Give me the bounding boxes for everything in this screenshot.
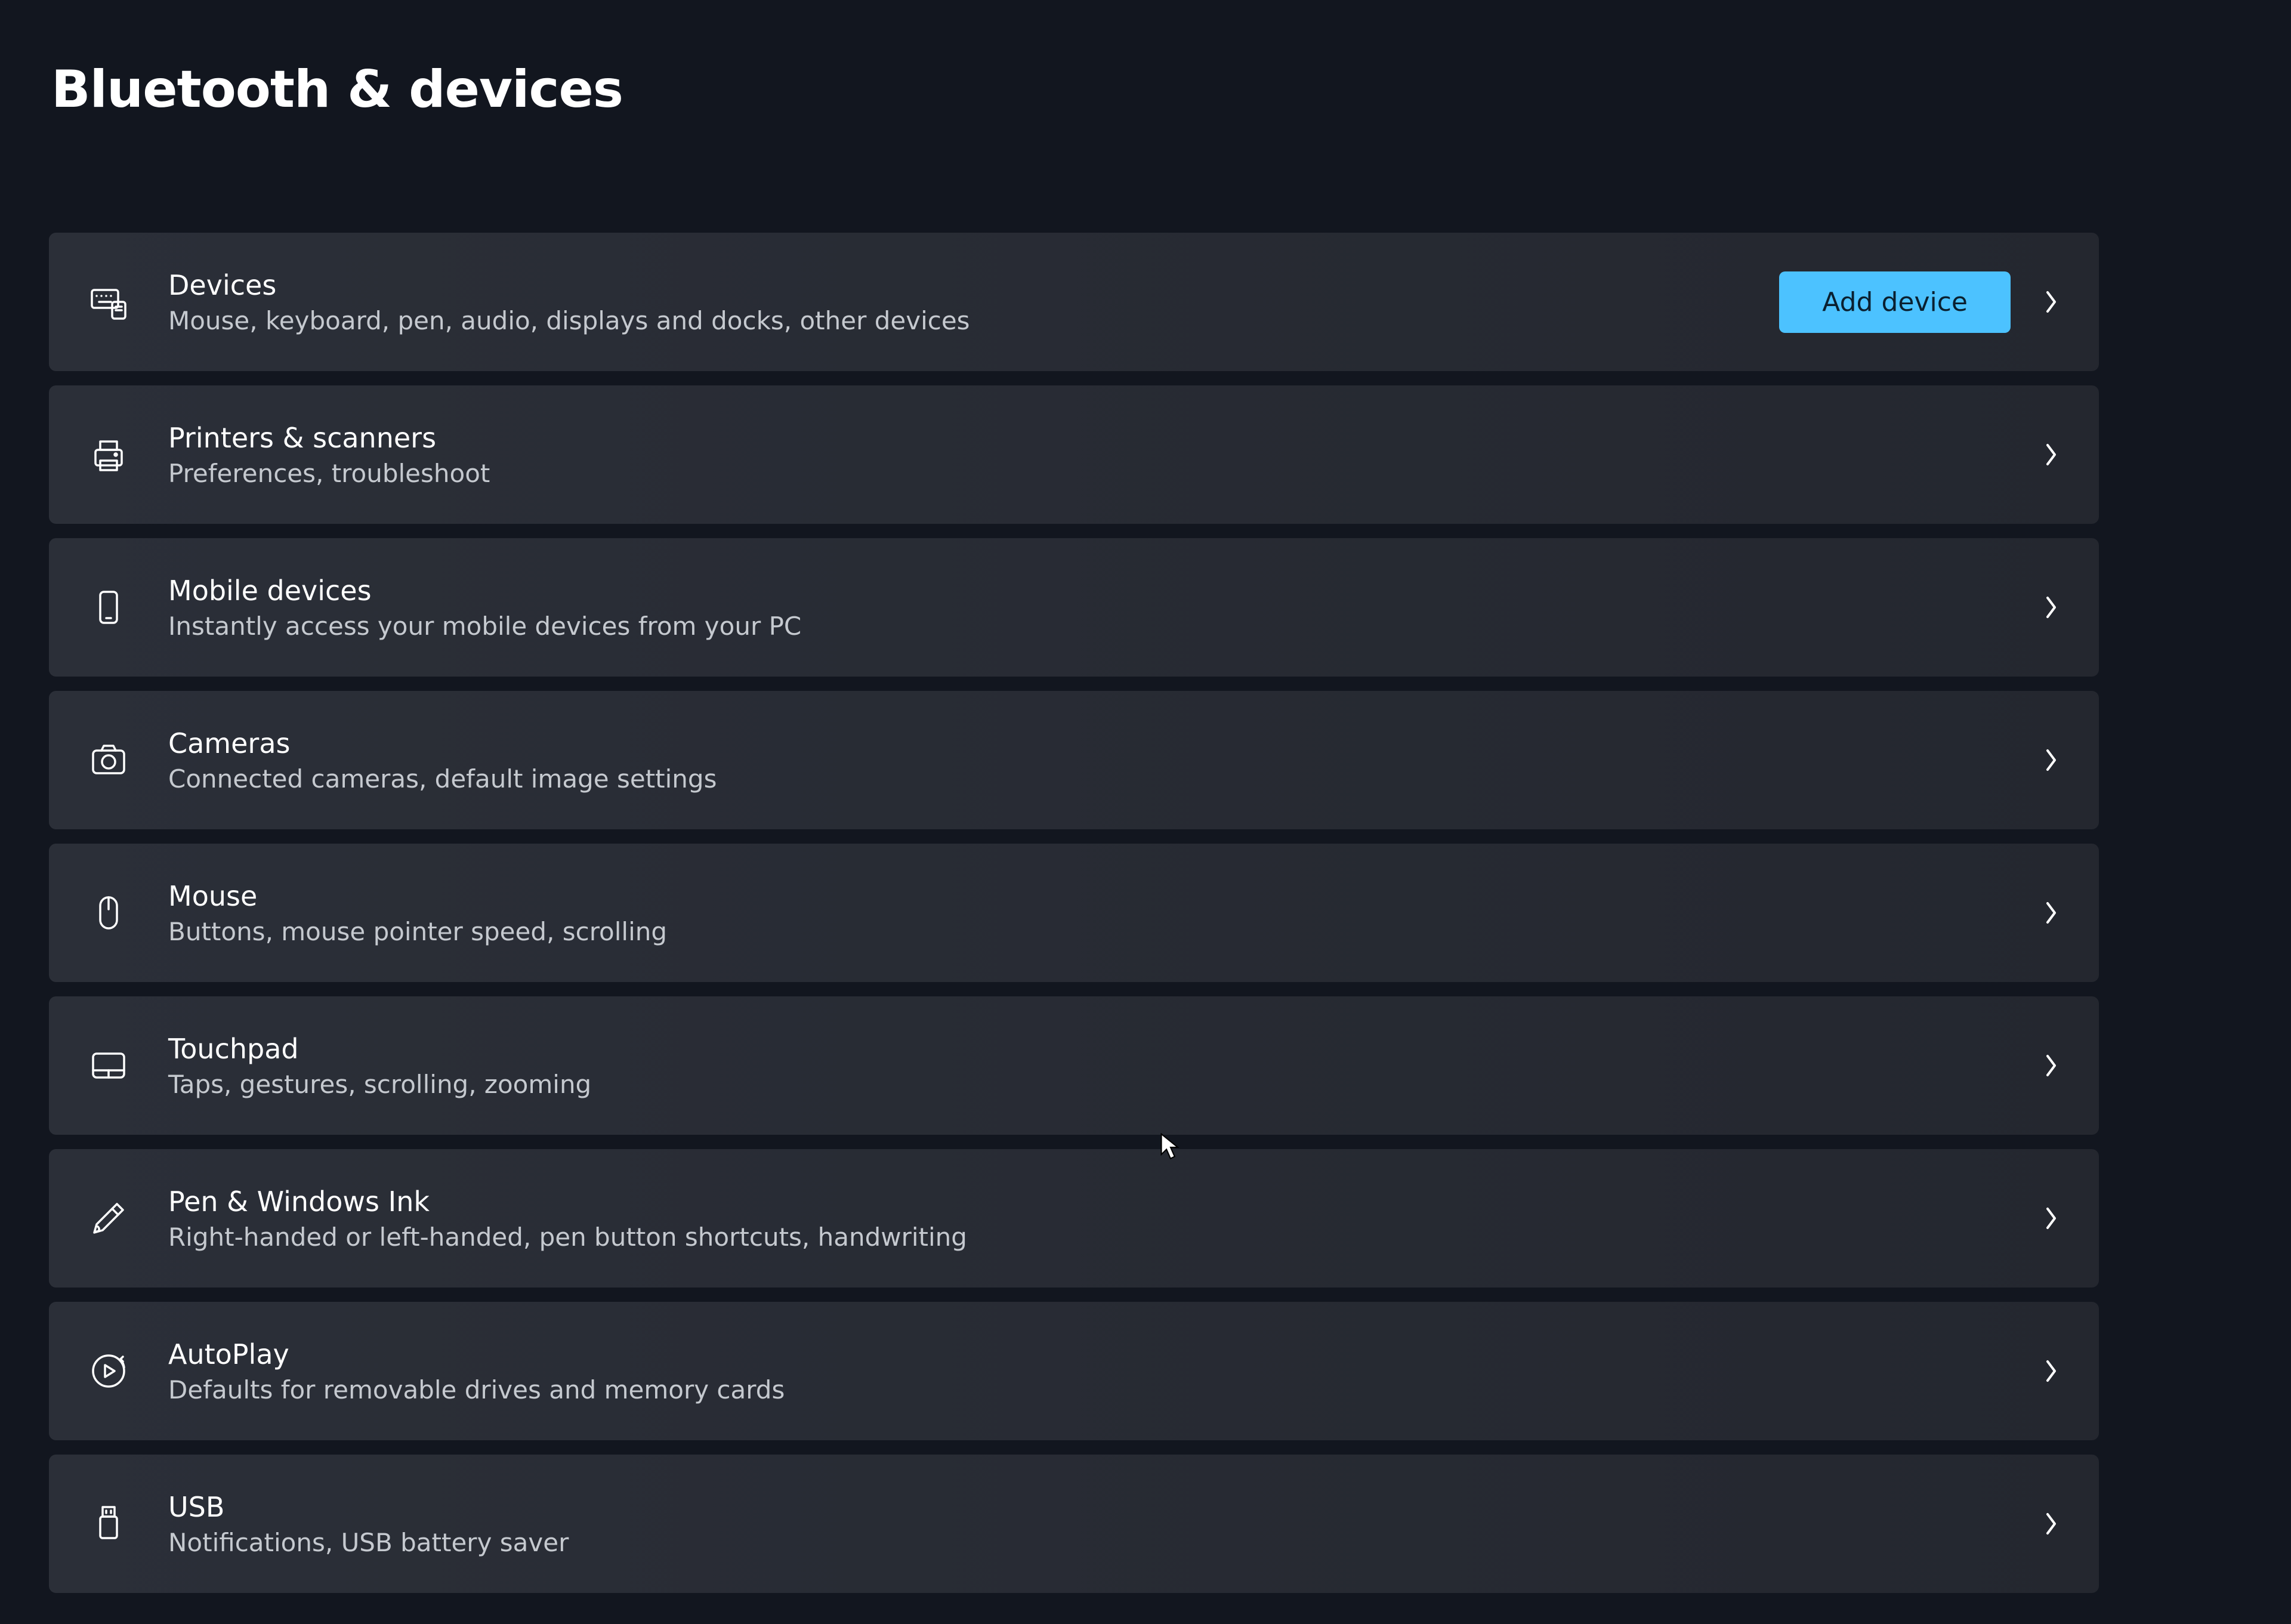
chevron-right-icon	[2037, 1204, 2065, 1233]
row-description: Notifications, USB battery saver	[168, 1528, 2037, 1557]
row-action	[2037, 1204, 2065, 1233]
chevron-right-icon	[2037, 899, 2065, 927]
chevron-right-icon	[2037, 440, 2065, 469]
chevron-right-icon	[2037, 593, 2065, 622]
row-text: Mobile devices Instantly access your mobi…	[168, 575, 2037, 641]
row-action	[2037, 1509, 2065, 1538]
camera-icon	[87, 739, 130, 782]
row-description: Instantly access your mobile devices fro…	[168, 612, 2037, 641]
row-title: Cameras	[168, 727, 2037, 759]
chevron-right-icon	[2037, 288, 2065, 316]
printer-icon	[87, 433, 130, 476]
row-title: USB	[168, 1491, 2037, 1523]
settings-row-mobile-devices[interactable]: Mobile devices Instantly access your mobi…	[49, 538, 2099, 677]
row-text: Cameras Connected cameras, default image …	[168, 727, 2037, 794]
row-text: AutoPlay Defaults for removable drives an…	[168, 1338, 2037, 1404]
row-title: Mobile devices	[168, 575, 2037, 607]
add-device-button[interactable]: Add device	[1779, 271, 2011, 333]
row-description: Defaults for removable drives and memory…	[168, 1375, 2037, 1404]
chevron-right-icon	[2037, 1509, 2065, 1538]
pen-icon	[87, 1197, 130, 1240]
row-title: Devices	[168, 269, 1779, 301]
row-text: Devices Mouse, keyboard, pen, audio, disp…	[168, 269, 1779, 335]
row-text: Pen & Windows Ink Right-handed or left-ha…	[168, 1185, 2037, 1252]
row-text: Mouse Buttons, mouse pointer speed, scrol…	[168, 880, 2037, 946]
chevron-right-icon	[2037, 746, 2065, 774]
row-title: Pen & Windows Ink	[168, 1185, 2037, 1218]
row-description: Right-handed or left-handed, pen button …	[168, 1222, 2037, 1252]
chevron-right-icon	[2037, 1357, 2065, 1385]
row-action	[2037, 899, 2065, 927]
phone-icon	[87, 586, 130, 629]
autoplay-icon	[87, 1350, 130, 1393]
row-text: USB Notifications, USB battery saver	[168, 1491, 2037, 1557]
row-action	[2037, 746, 2065, 774]
row-text: Printers & scanners Preferences, troubles…	[168, 422, 2037, 488]
chevron-right-icon	[2037, 1051, 2065, 1080]
mouse-icon	[87, 891, 130, 934]
settings-row-touchpad[interactable]: Touchpad Taps, gestures, scrolling, zoomi…	[49, 996, 2099, 1135]
settings-row-usb[interactable]: USB Notifications, USB battery saver	[49, 1455, 2099, 1593]
row-action	[2037, 593, 2065, 622]
row-title: AutoPlay	[168, 1338, 2037, 1370]
usb-icon	[87, 1502, 130, 1545]
row-action	[2037, 1357, 2065, 1385]
settings-row-devices[interactable]: Devices Mouse, keyboard, pen, audio, disp…	[49, 233, 2099, 371]
row-description: Preferences, troubleshoot	[168, 459, 2037, 488]
row-title: Printers & scanners	[168, 422, 2037, 454]
row-action: Add device	[1779, 271, 2065, 333]
settings-row-pen-windows-ink[interactable]: Pen & Windows Ink Right-handed or left-ha…	[49, 1149, 2099, 1288]
settings-row-cameras[interactable]: Cameras Connected cameras, default image …	[49, 691, 2099, 829]
settings-row-mouse[interactable]: Mouse Buttons, mouse pointer speed, scrol…	[49, 844, 2099, 982]
settings-row-printers-scanners[interactable]: Printers & scanners Preferences, troubles…	[49, 385, 2099, 524]
row-description: Buttons, mouse pointer speed, scrolling	[168, 917, 2037, 946]
settings-list: Devices Mouse, keyboard, pen, audio, disp…	[49, 233, 2099, 1593]
row-title: Touchpad	[168, 1033, 2037, 1065]
row-text: Touchpad Taps, gestures, scrolling, zoomi…	[168, 1033, 2037, 1099]
keyboard-devices-icon	[87, 280, 130, 323]
touchpad-icon	[87, 1044, 130, 1087]
page-title: Bluetooth & devices	[51, 60, 2291, 119]
row-description: Taps, gestures, scrolling, zooming	[168, 1070, 2037, 1099]
row-description: Connected cameras, default image setting…	[168, 764, 2037, 794]
row-action	[2037, 1051, 2065, 1080]
row-description: Mouse, keyboard, pen, audio, displays an…	[168, 306, 1779, 335]
row-title: Mouse	[168, 880, 2037, 912]
row-action	[2037, 440, 2065, 469]
settings-row-autoplay[interactable]: AutoPlay Defaults for removable drives an…	[49, 1302, 2099, 1440]
